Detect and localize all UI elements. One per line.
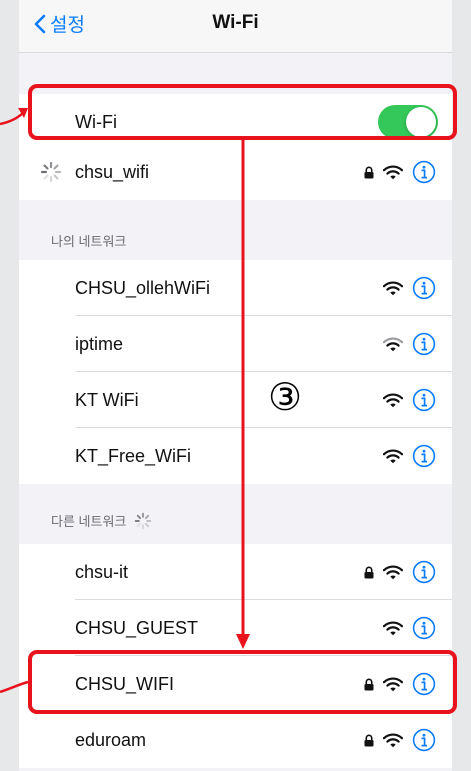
step-number-label: ③	[267, 377, 303, 419]
annotation-arrows	[0, 108, 250, 694]
